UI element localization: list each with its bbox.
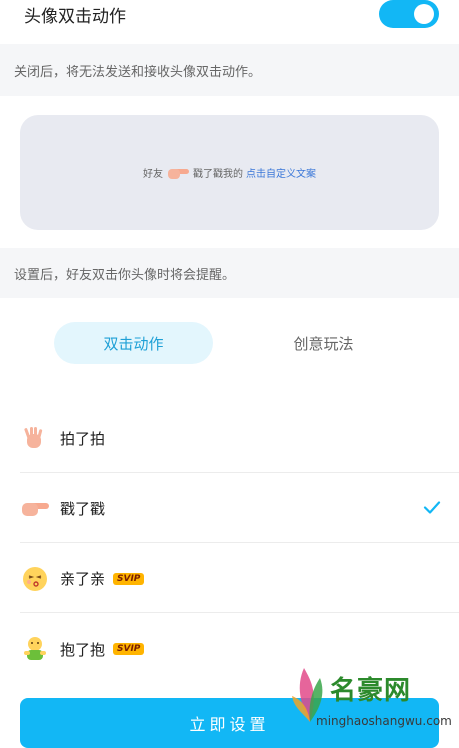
preview-action: 戳了戳我的 xyxy=(193,169,243,180)
toggle-label: 头像双击动作 xyxy=(24,7,126,27)
watermark-url: minghaoshangwu.com xyxy=(316,714,452,728)
set-note: 设置后，好友双击你头像时将会提醒。 xyxy=(0,248,459,298)
action-item-poke[interactable]: 戳了戳 xyxy=(20,475,459,543)
hug-figure-icon xyxy=(20,634,50,664)
svip-badge: SVIP xyxy=(113,572,145,585)
check-icon xyxy=(423,499,441,518)
off-note: 关闭后，将无法发送和接收头像双击动作。 xyxy=(0,44,459,96)
svip-badge: SVIP xyxy=(113,643,145,655)
pointing-finger-icon xyxy=(166,166,190,180)
tab-creative-play[interactable]: 创意玩法 xyxy=(244,322,403,364)
kiss-face-icon xyxy=(20,564,50,594)
action-label: 亲了亲 xyxy=(60,570,106,588)
action-label: 抱了抱 xyxy=(60,640,106,659)
toggle-knob xyxy=(414,4,434,24)
custom-text-link[interactable]: 点击自定义文案 xyxy=(246,165,316,180)
action-item-pat[interactable]: 拍了拍 xyxy=(20,405,459,473)
double-tap-toggle-row: 头像双击动作 xyxy=(0,0,459,40)
tab-double-tap-action[interactable]: 双击动作 xyxy=(54,322,213,364)
action-label: 拍了拍 xyxy=(60,430,106,448)
site-watermark: 名豪网 minghaoshangwu.com xyxy=(290,662,459,736)
preview-friend: 好友 xyxy=(143,169,163,180)
action-item-kiss[interactable]: 亲了亲 SVIP xyxy=(20,545,459,613)
pointing-finger-icon xyxy=(20,494,50,524)
clap-hand-icon xyxy=(20,424,50,454)
watermark-title: 名豪网 xyxy=(330,676,412,706)
preview-card: 好友 戳了戳我的 点击自定义文案 xyxy=(20,115,439,230)
double-tap-toggle[interactable] xyxy=(379,0,439,28)
action-label: 戳了戳 xyxy=(60,500,106,518)
